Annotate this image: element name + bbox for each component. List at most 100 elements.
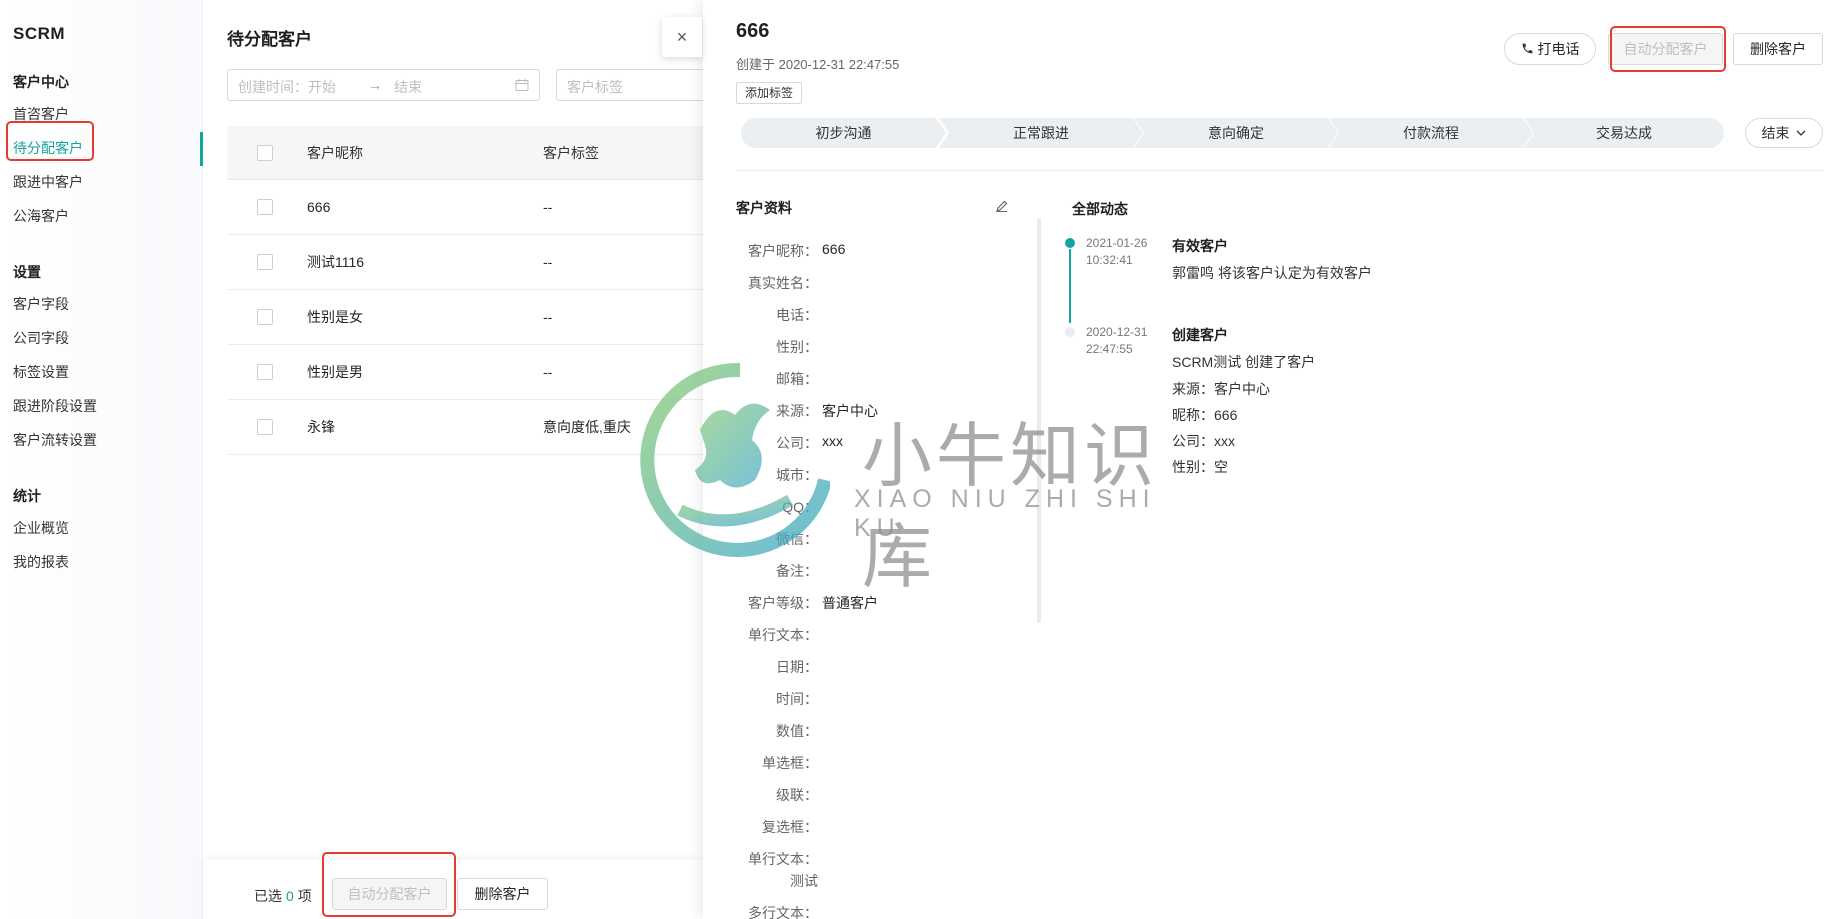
sidebar-item-stage-settings[interactable]: 跟进阶段设置	[0, 390, 203, 422]
date-arrow: →	[368, 77, 382, 93]
end-dropdown[interactable]: 结束	[1745, 118, 1823, 148]
profile-field: 单行文本：	[736, 849, 996, 869]
row-name: 测试1116	[307, 254, 365, 270]
stage-item[interactable]: 初步沟通	[741, 118, 946, 148]
table-row[interactable]: 性别是男 --	[227, 345, 707, 400]
field-label: 电话：	[776, 307, 818, 323]
profile-field: 复选框：	[736, 817, 996, 837]
row-checkbox[interactable]	[257, 199, 273, 215]
activity-text: 性别：空	[1172, 459, 1228, 475]
scrollbar[interactable]	[1037, 218, 1041, 623]
field-label: 邮箱：	[776, 371, 818, 387]
field-label: 级联：	[776, 787, 818, 803]
row-name: 永锋	[307, 419, 335, 435]
profile-field: 城市：	[736, 465, 996, 485]
selection-number: 0	[286, 888, 294, 904]
activity-text: 郭雷鸣 将该客户认定为有效客户	[1172, 265, 1372, 281]
tag-select[interactable]: 客户标签	[556, 69, 716, 101]
profile-field: 公司： xxx	[736, 433, 996, 453]
profile-field: 测试	[736, 871, 996, 891]
date-end-input[interactable]: 结束	[394, 77, 422, 97]
profile-field: 级联：	[736, 785, 996, 805]
profile-field: 日期：	[736, 657, 996, 677]
row-tags: --	[543, 364, 553, 380]
row-checkbox[interactable]	[257, 254, 273, 270]
field-label: 复选框：	[762, 819, 818, 835]
row-checkbox[interactable]	[257, 419, 273, 435]
profile-field: 单行文本：	[736, 625, 996, 645]
date-range-picker[interactable]: 创建时间： 开始 → 结束	[227, 69, 540, 101]
bulk-auto-assign-button[interactable]: 自动分配客户	[332, 878, 447, 910]
active-indicator	[200, 132, 203, 166]
select-all-checkbox[interactable]	[257, 145, 273, 161]
sidebar-item-flow-settings[interactable]: 客户流转设置	[0, 424, 203, 456]
profile-field: 电话：	[736, 305, 996, 325]
field-value: 客户中心	[822, 403, 878, 419]
sidebar-item-pending-assign[interactable]: 待分配客户	[0, 132, 203, 164]
table-row[interactable]: 666 --	[227, 180, 707, 235]
profile-field: 多行文本：	[736, 903, 996, 919]
sidebar-item-customer-fields[interactable]: 客户字段	[0, 288, 203, 320]
activity-section-title: 全部动态	[1072, 201, 1128, 217]
row-name: 性别是女	[307, 309, 363, 325]
table-row[interactable]: 测试1116 --	[227, 235, 707, 290]
call-button[interactable]: 打电话	[1504, 33, 1596, 65]
field-value: 普通客户	[822, 595, 878, 611]
selection-prefix: 已选	[254, 888, 282, 904]
add-tag-button[interactable]: 添加标签	[736, 82, 803, 104]
stage-item[interactable]: 付款流程	[1329, 118, 1533, 148]
sidebar-item-public-pool[interactable]: 公海客户	[0, 200, 203, 232]
profile-field: 客户昵称： 666	[736, 241, 996, 261]
bulk-action-bar: 已选 0 项 自动分配客户 删除客户	[204, 860, 704, 919]
activity-title: 有效客户	[1172, 238, 1228, 254]
table-row[interactable]: 性别是女 --	[227, 290, 707, 345]
date-start-input[interactable]: 开始	[308, 77, 336, 97]
selection-count: 已选 0 项	[254, 886, 312, 906]
activity-text: 昵称：666	[1172, 407, 1238, 423]
stage-item[interactable]: 意向确定	[1134, 118, 1338, 148]
activity-text: 来源：客户中心	[1172, 381, 1270, 397]
sidebar-item-overview[interactable]: 企业概览	[0, 512, 203, 544]
field-label: 来源：	[776, 403, 818, 419]
field-label: 单行文本：	[748, 627, 818, 643]
field-label: 客户昵称：	[748, 243, 818, 259]
customer-detail-drawer: 666 创建于 2020-12-31 22:47:55 添加标签 打电话 自动分…	[703, 0, 1840, 919]
field-label: 单选框：	[762, 755, 818, 771]
call-button-label: 打电话	[1537, 41, 1580, 57]
stage-item[interactable]: 交易达成	[1524, 118, 1724, 148]
field-label: 日期：	[776, 659, 818, 675]
profile-field: QQ：	[736, 497, 996, 517]
profile-section-title: 客户资料	[736, 200, 792, 216]
profile-field: 客户等级： 普通客户	[736, 593, 996, 613]
stage-item[interactable]: 正常跟进	[939, 118, 1143, 148]
delete-customer-button[interactable]: 删除客户	[1733, 33, 1823, 65]
phone-icon	[1522, 43, 1532, 54]
sidebar-item-my-reports[interactable]: 我的报表	[0, 546, 203, 578]
profile-field: 单选框：	[736, 753, 996, 773]
field-label: 单行文本：	[748, 851, 818, 867]
divider	[736, 170, 1823, 171]
field-label: 城市：	[776, 467, 818, 483]
activity-text: SCRM测试 创建了客户	[1172, 354, 1316, 370]
tag-select-placeholder: 客户标签	[567, 79, 623, 95]
timeline-dot	[1065, 238, 1075, 248]
row-tags: --	[543, 309, 553, 325]
profile-field: 微信：	[736, 529, 996, 549]
sidebar-item-tag-settings[interactable]: 标签设置	[0, 356, 203, 388]
sidebar-item-first-inquiry[interactable]: 首咨客户	[0, 98, 203, 130]
row-checkbox[interactable]	[257, 364, 273, 380]
profile-field: 性别：	[736, 337, 996, 357]
bulk-delete-button[interactable]: 删除客户	[457, 878, 548, 910]
row-checkbox[interactable]	[257, 309, 273, 325]
column-header-name: 客户昵称	[307, 145, 363, 161]
sidebar-item-following[interactable]: 跟进中客户	[0, 166, 203, 198]
sidebar-item-company-fields[interactable]: 公司字段	[0, 322, 203, 354]
field-label: 测试	[790, 873, 818, 889]
row-tags: --	[543, 199, 553, 215]
profile-field: 真实姓名：	[736, 273, 996, 293]
auto-assign-button[interactable]: 自动分配客户	[1608, 33, 1723, 65]
table-row[interactable]: 永锋 意向度低,重庆	[227, 400, 707, 455]
field-value: 666	[822, 241, 846, 257]
close-drawer-button[interactable]: ×	[662, 17, 702, 57]
edit-icon[interactable]	[995, 199, 1009, 213]
